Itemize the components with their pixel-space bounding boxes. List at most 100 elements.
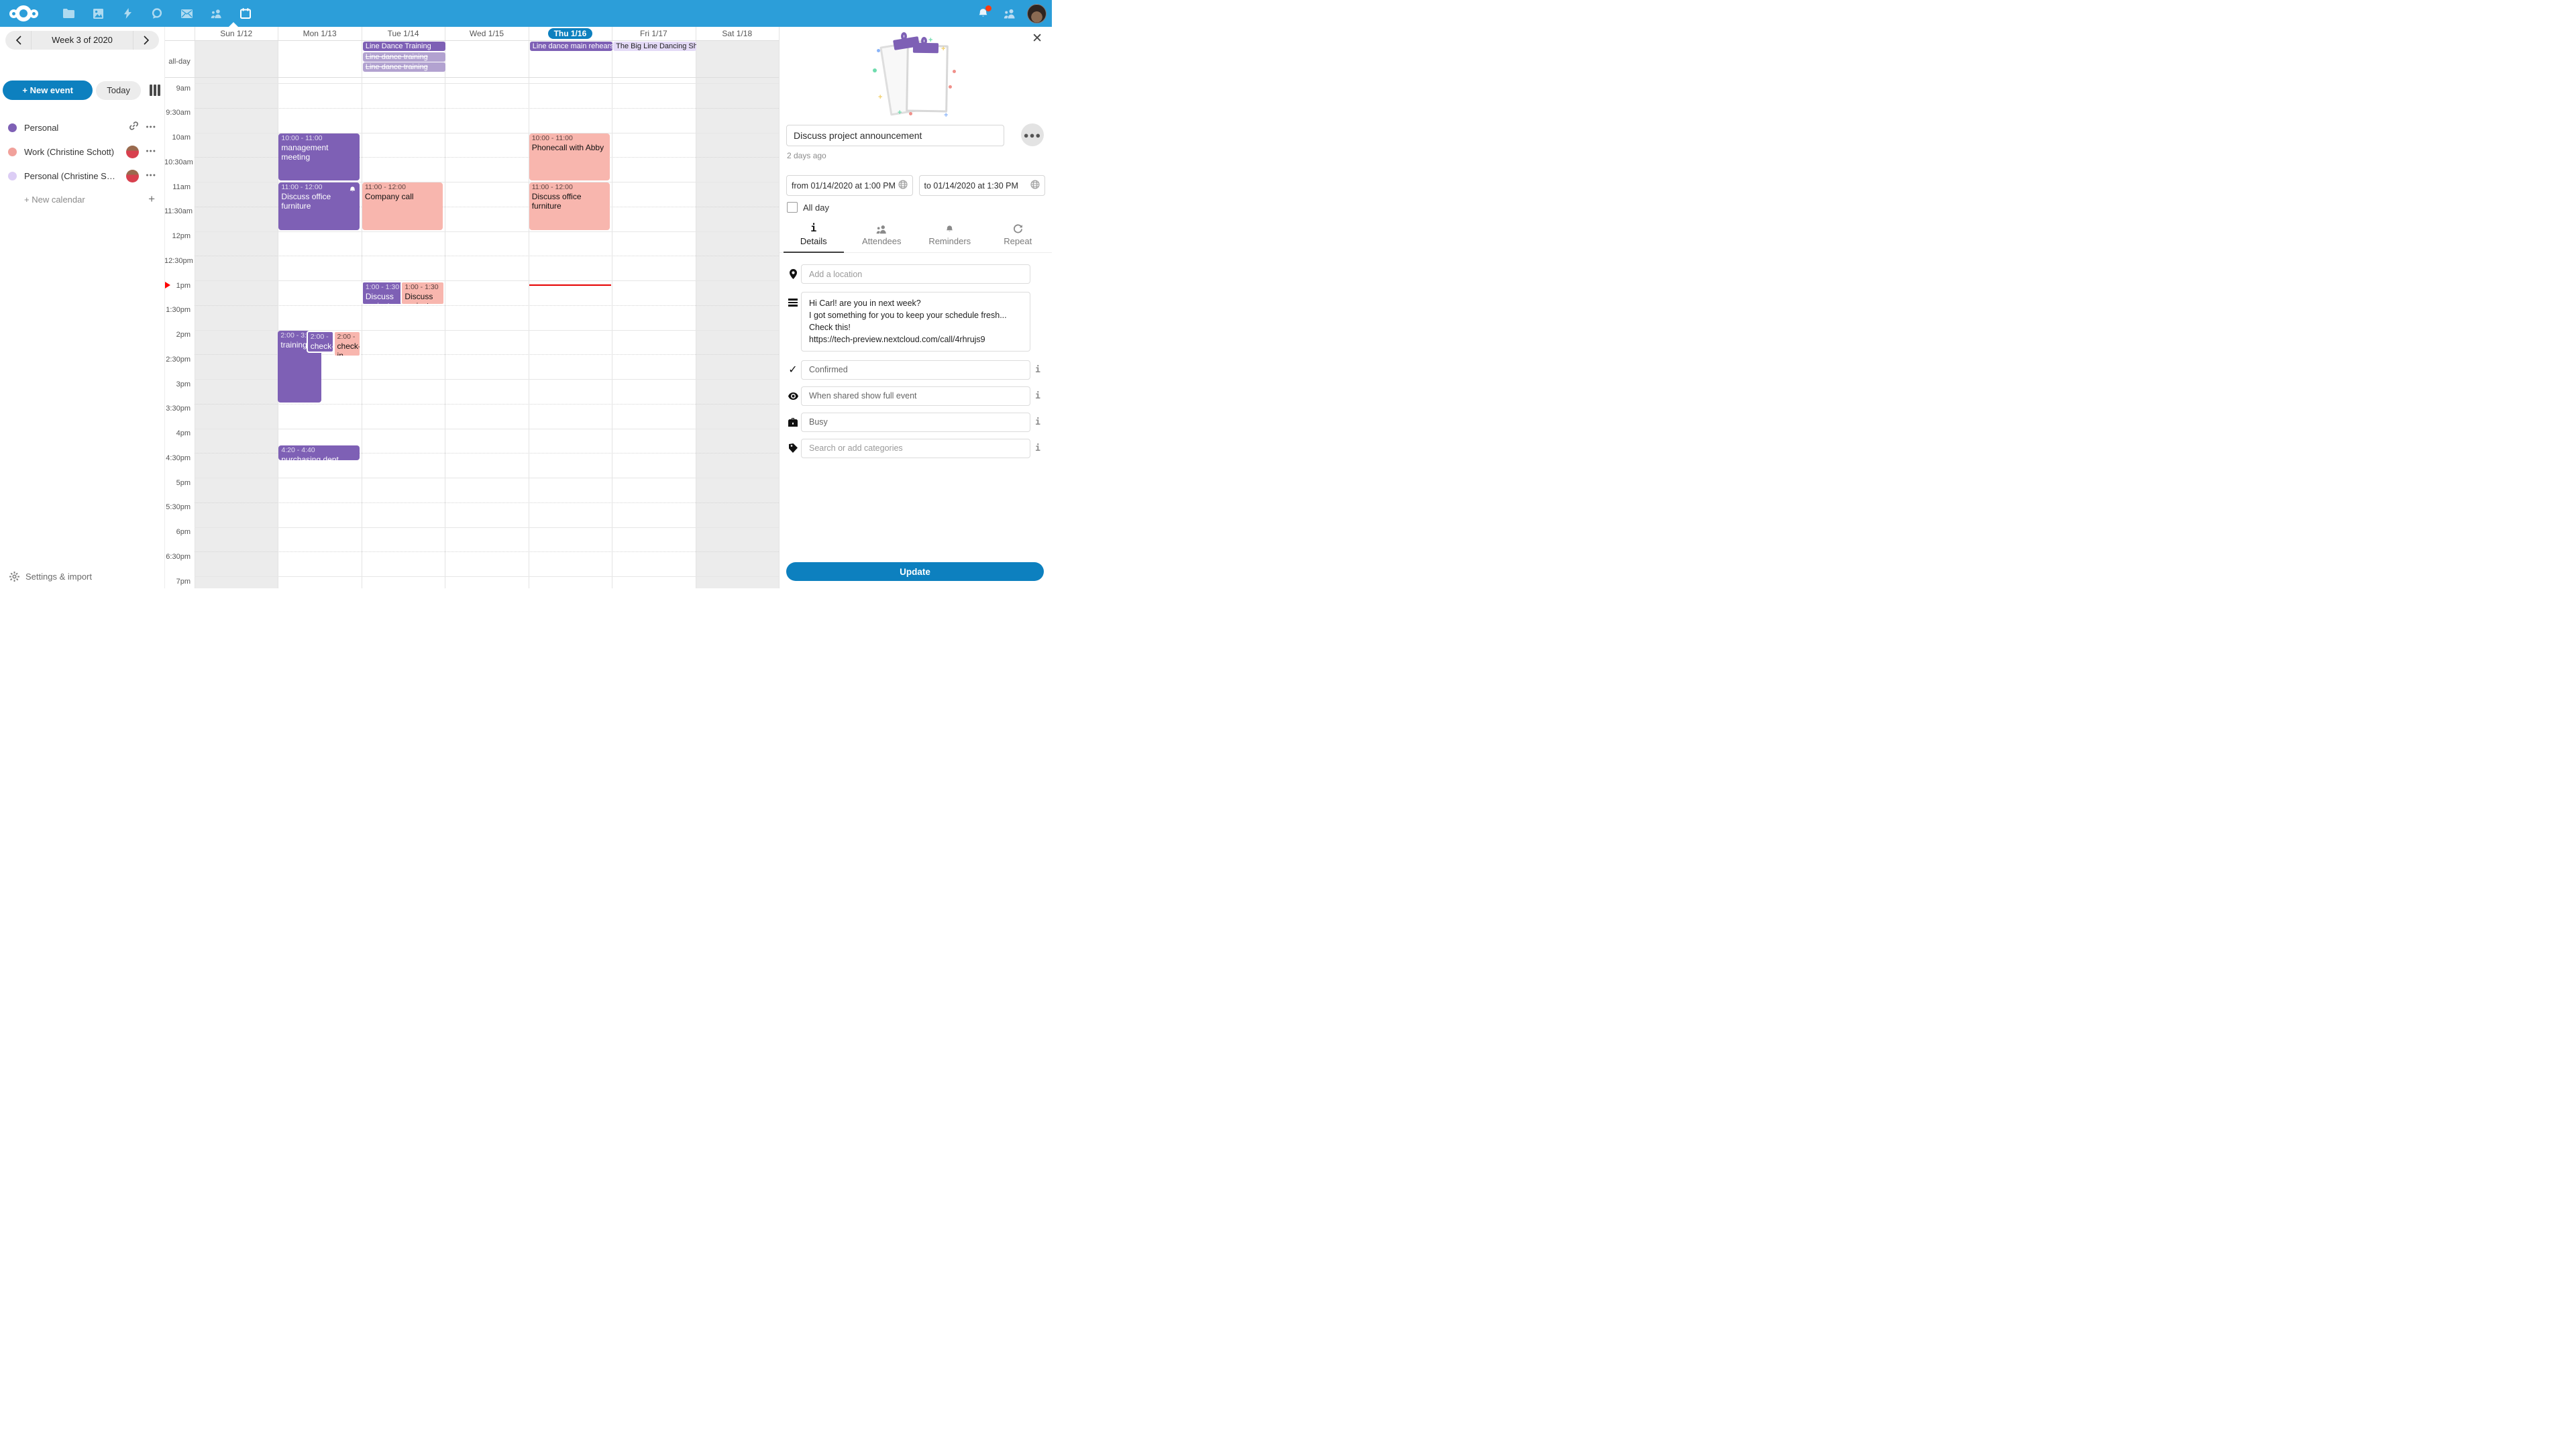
end-datetime-field[interactable]: to 01/14/2020 at 1:30 PM bbox=[919, 175, 1046, 196]
event-title: Discuss project announcement bbox=[366, 292, 399, 305]
day-header[interactable]: Mon 1/13 bbox=[278, 27, 361, 40]
calendar-event[interactable]: 11:00 - 12:00Discuss office furniture bbox=[278, 182, 359, 230]
calendar-event[interactable]: 4:20 - 4:40purchasing dept bbox=[278, 445, 359, 460]
all-day-row[interactable]: All day bbox=[787, 202, 1052, 213]
visibility-select[interactable]: When shared show full event bbox=[801, 386, 1030, 406]
day-header[interactable]: Thu 1/16 bbox=[529, 27, 612, 40]
calendar-list-item[interactable]: Personal (Christine Schott)●●● bbox=[0, 164, 164, 188]
day-header[interactable]: Sat 1/18 bbox=[696, 27, 779, 40]
grid-line bbox=[195, 83, 779, 84]
all-day-event[interactable]: Line dance main rehearsal bbox=[530, 42, 612, 51]
all-day-label: All day bbox=[803, 203, 829, 213]
timezone-globe-icon[interactable] bbox=[1030, 180, 1040, 191]
nextcloud-logo[interactable] bbox=[9, 5, 50, 22]
view-toggle-icon[interactable] bbox=[150, 85, 160, 96]
settings-import[interactable]: Settings & import bbox=[0, 564, 92, 588]
calendar-event[interactable]: 2:00 - 2:30check-in bbox=[333, 331, 361, 358]
notifications-bell-icon[interactable] bbox=[973, 4, 992, 23]
day-header[interactable]: Tue 1/14 bbox=[362, 27, 445, 40]
today-button[interactable]: Today bbox=[96, 81, 141, 100]
timezone-globe-icon[interactable] bbox=[898, 180, 908, 191]
all-day-gutter-label: all-day bbox=[164, 58, 195, 66]
share-link-icon[interactable] bbox=[129, 121, 139, 134]
event-title: Company call bbox=[365, 192, 440, 201]
day-header[interactable]: Fri 1/17 bbox=[612, 27, 695, 40]
calendar-event[interactable]: 2:00 - 2:30check-in bbox=[307, 331, 334, 354]
app-icon-contacts[interactable] bbox=[201, 0, 231, 27]
day-header[interactable]: Wed 1/15 bbox=[445, 27, 528, 40]
all-day-event[interactable]: Line dance training bbox=[363, 62, 445, 72]
app-icon-mail[interactable] bbox=[172, 0, 201, 27]
close-icon[interactable]: ✕ bbox=[1032, 32, 1042, 45]
grid-line bbox=[195, 502, 779, 503]
sidebar-actions: + New event Today bbox=[3, 81, 160, 100]
app-icon-activity[interactable] bbox=[113, 0, 142, 27]
new-calendar-button[interactable]: + New calendar+ bbox=[0, 188, 164, 211]
all-day-event[interactable]: Line Dance Training bbox=[363, 42, 445, 51]
calendar-menu-icon[interactable]: ●●● bbox=[146, 148, 156, 155]
busy-info-icon[interactable]: i bbox=[1030, 417, 1045, 427]
new-event-button[interactable]: + New event bbox=[3, 81, 93, 100]
tab-reminders[interactable]: Reminders bbox=[916, 223, 984, 252]
settings-import-label: Settings & import bbox=[25, 572, 92, 582]
week-label[interactable]: Week 3 of 2020 bbox=[31, 31, 133, 50]
repeat-tab-icon bbox=[984, 223, 1053, 234]
calendar-event[interactable]: 11:00 - 12:00Discuss office furniture bbox=[529, 182, 610, 230]
calendar-event[interactable]: 1:00 - 1:30Discuss project bbox=[400, 281, 445, 305]
calendar-event[interactable]: 10:00 - 11:00Phonecall with Abby bbox=[529, 134, 610, 181]
time-label: 1:30pm bbox=[164, 306, 191, 315]
status-row: ✓ Confirmed i bbox=[785, 360, 1045, 380]
tab-repeat[interactable]: Repeat bbox=[984, 223, 1053, 252]
time-label: 6pm bbox=[164, 528, 191, 537]
event-title-input[interactable]: Discuss project announcement bbox=[786, 125, 1004, 146]
start-datetime-field[interactable]: from 01/14/2020 at 1:00 PM bbox=[786, 175, 913, 196]
status-info-icon[interactable]: i bbox=[1030, 365, 1045, 375]
calendar-menu-icon[interactable]: ●●● bbox=[146, 172, 156, 179]
description-textarea[interactable]: Hi Carl! are you in next week? I got som… bbox=[801, 292, 1030, 352]
calendar-event[interactable]: 10:00 - 11:00management meeting bbox=[278, 134, 359, 181]
user-avatar[interactable] bbox=[1027, 4, 1046, 23]
next-week-button[interactable] bbox=[133, 31, 159, 50]
tab-label: Attendees bbox=[848, 236, 916, 246]
all-day-event[interactable]: Line dance training bbox=[363, 52, 445, 62]
tab-attendees[interactable]: Attendees bbox=[848, 223, 916, 252]
event-title: check-in bbox=[311, 341, 330, 354]
calendar-name: Personal bbox=[24, 123, 58, 133]
more-actions-button[interactable]: ●●● bbox=[1021, 123, 1044, 146]
event-time: 2:00 - 2:30 bbox=[337, 333, 357, 341]
update-button[interactable]: Update bbox=[786, 562, 1044, 581]
categories-row: Search or add categories i bbox=[785, 439, 1045, 458]
status-select[interactable]: Confirmed bbox=[801, 360, 1030, 380]
contacts-menu-icon[interactable] bbox=[1000, 4, 1019, 23]
app-icon-talk[interactable] bbox=[142, 0, 172, 27]
busy-select[interactable]: Busy bbox=[801, 413, 1030, 432]
gear-icon bbox=[9, 572, 19, 582]
busy-row: Busy i bbox=[785, 413, 1045, 432]
tab-details[interactable]: iDetails bbox=[780, 223, 848, 252]
all-day-checkbox[interactable] bbox=[787, 202, 798, 213]
calendar-event[interactable]: 11:00 - 12:00Company call bbox=[362, 182, 443, 230]
app-icon-photos[interactable] bbox=[83, 0, 113, 27]
event-title: purchasing dept bbox=[281, 455, 356, 460]
time-label: 3:30pm bbox=[164, 405, 191, 413]
calendar-list-item[interactable]: Work (Christine Schott)●●● bbox=[0, 140, 164, 164]
previous-week-button[interactable] bbox=[5, 31, 31, 50]
categories-info-icon[interactable]: i bbox=[1030, 443, 1045, 453]
event-title: Discuss office furniture bbox=[281, 192, 356, 211]
tab-label: Details bbox=[780, 236, 848, 246]
calendar-item-actions: ●●● bbox=[126, 146, 156, 158]
time-label: 11:30am bbox=[164, 207, 191, 216]
all-day-event[interactable]: The Big Line Dancing Show bbox=[613, 42, 696, 51]
app-icon-files[interactable] bbox=[54, 0, 83, 27]
calendar-list-item[interactable]: Personal ●●● bbox=[0, 115, 164, 140]
calendar-event[interactable]: 1:00 - 1:30Discuss project announcement bbox=[362, 281, 403, 305]
visibility-info-icon[interactable]: i bbox=[1030, 391, 1045, 401]
day-header[interactable]: Sun 1/12 bbox=[195, 27, 278, 40]
last-modified-label: 2 days ago bbox=[787, 151, 1052, 160]
start-datetime-value: from 01/14/2020 at 1:00 PM bbox=[792, 181, 896, 191]
calendar-menu-icon[interactable]: ●●● bbox=[146, 124, 156, 131]
time-label: 9:30am bbox=[164, 109, 191, 117]
grid-line bbox=[195, 527, 779, 528]
location-input[interactable]: Add a location bbox=[801, 264, 1030, 284]
categories-input[interactable]: Search or add categories bbox=[801, 439, 1030, 458]
